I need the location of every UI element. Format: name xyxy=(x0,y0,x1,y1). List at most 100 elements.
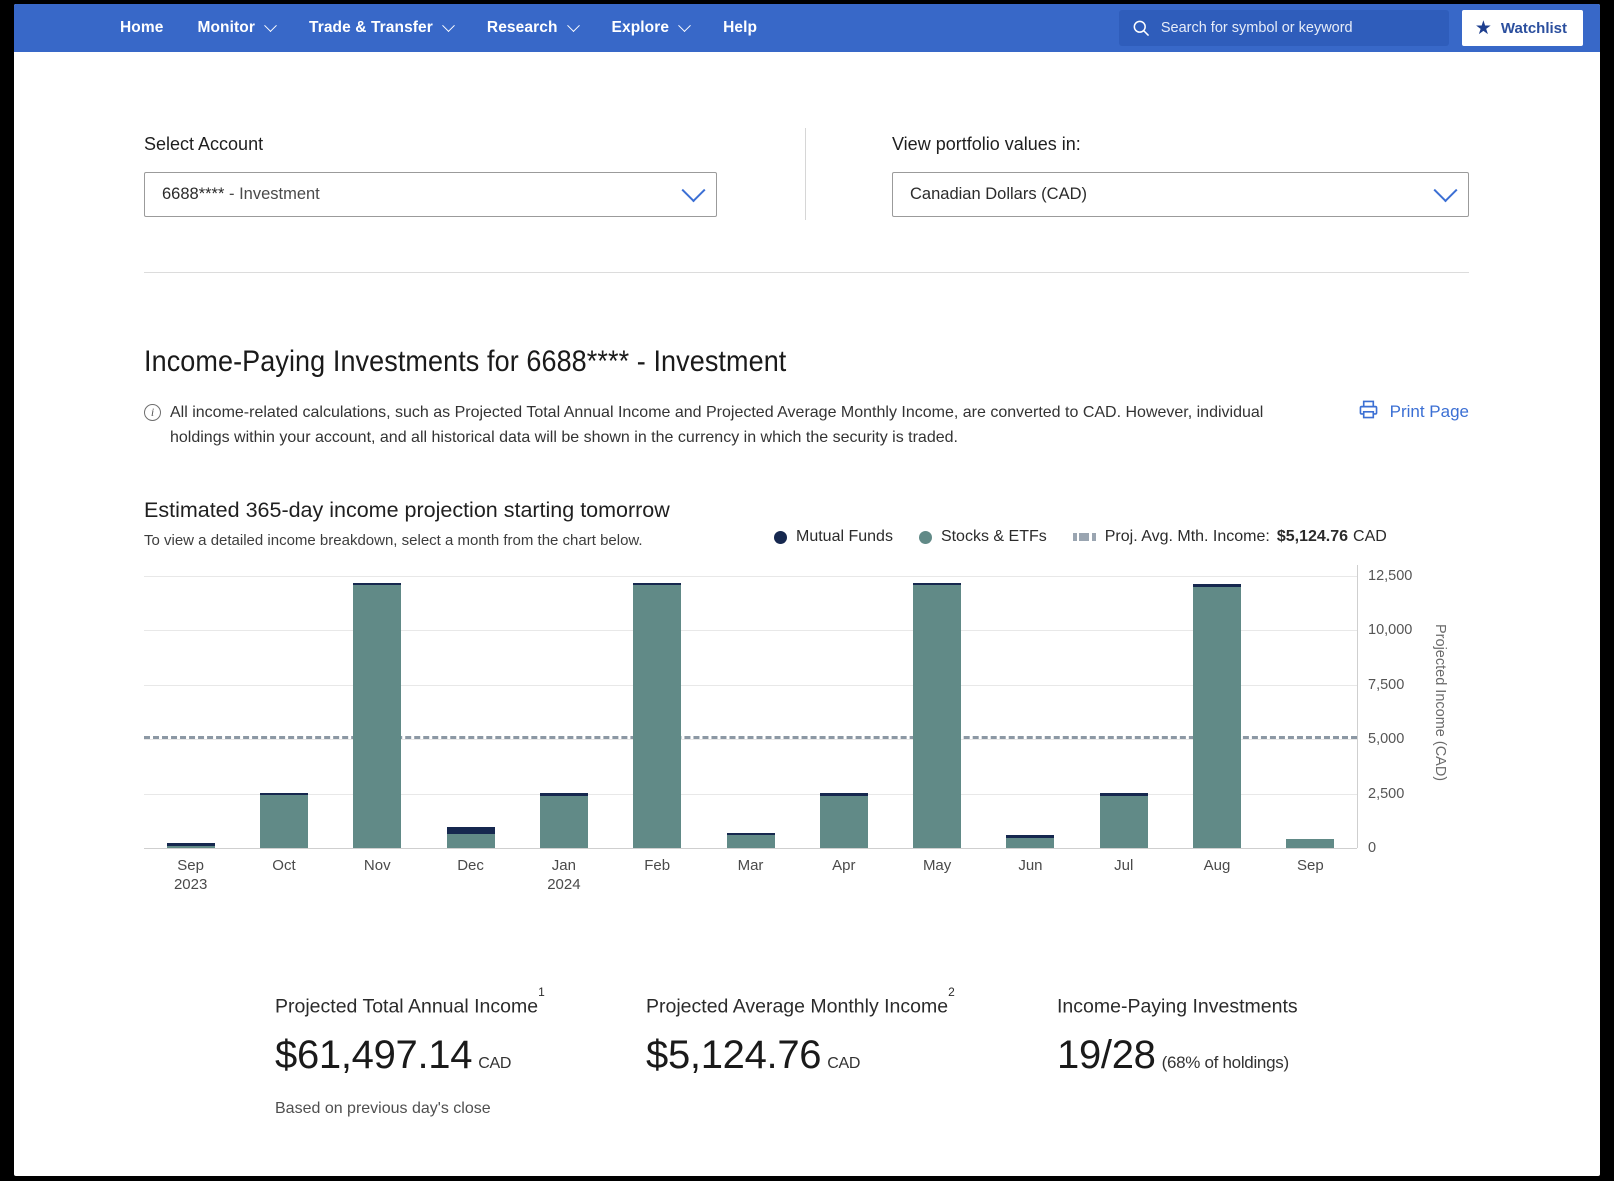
x-axis-tick-month: May xyxy=(922,857,952,874)
bar-segment-stocks-etfs xyxy=(819,795,868,848)
x-axis-tick-label: Mar xyxy=(706,856,796,875)
stat-footnote-marker: 2 xyxy=(948,985,955,999)
x-axis-tick-month: Sep xyxy=(177,857,204,874)
legend-avg-currency: CAD xyxy=(1353,528,1387,545)
stat-footnote-marker: 1 xyxy=(538,985,545,999)
chevron-down-icon xyxy=(1433,178,1458,203)
nav-item-research[interactable]: Research xyxy=(487,18,580,37)
x-axis-tick-label: Jan 2024 xyxy=(519,856,609,894)
x-axis-tick-month: Apr xyxy=(832,857,856,874)
x-axis-tick-label: Sep 2023 xyxy=(146,856,236,894)
search-input[interactable] xyxy=(1160,20,1437,36)
chart-bar[interactable] xyxy=(539,793,588,848)
chart-bar[interactable] xyxy=(1193,584,1242,848)
nav-item-explore[interactable]: Explore xyxy=(611,18,691,37)
stat-value-number: $61,497.14 xyxy=(275,1032,473,1077)
stat-value-number: 19/28 xyxy=(1057,1032,1156,1077)
gridline xyxy=(144,630,1357,632)
chevron-down-icon xyxy=(264,18,277,32)
y-axis-title: Projected Income (CAD) xyxy=(1432,624,1448,782)
legend-label-mutual-funds: Mutual Funds xyxy=(796,528,893,545)
search-box[interactable] xyxy=(1118,10,1449,46)
chart-bar[interactable] xyxy=(1099,793,1148,848)
account-select-value: 6688**** - Investment xyxy=(162,185,320,204)
x-axis-tick-label: May xyxy=(892,856,982,875)
stat-value-suffix: (68% of holdings) xyxy=(1161,1052,1290,1072)
legend-swatch-mutual-funds xyxy=(774,530,787,544)
bar-segment-mutual-funds xyxy=(446,827,495,835)
x-axis-line xyxy=(144,848,1357,849)
stat-value: $5,124.76 CAD xyxy=(646,1033,955,1078)
avg-income-reference-line xyxy=(144,736,1357,740)
x-axis-tick-month: Mar xyxy=(737,857,764,874)
y-axis-tick-label: 0 xyxy=(1368,840,1377,856)
print-page-link[interactable]: Print Page xyxy=(1357,398,1469,426)
chart-bar[interactable] xyxy=(819,793,868,848)
legend-item-mutual-funds[interactable]: Mutual Funds xyxy=(774,528,893,546)
vertical-divider xyxy=(805,128,806,220)
nav-item-monitor[interactable]: Monitor xyxy=(197,18,277,37)
bar-segment-stocks-etfs xyxy=(1099,795,1148,848)
y-axis-tick-label: 5,000 xyxy=(1368,731,1405,748)
gridline xyxy=(144,575,1357,577)
stat-label-text: Projected Total Annual Income xyxy=(275,995,539,1018)
watchlist-label: Watchlist xyxy=(1500,19,1567,37)
chart-bar[interactable] xyxy=(353,582,402,848)
chevron-down-icon xyxy=(442,18,455,32)
chart-bar[interactable] xyxy=(1006,835,1055,848)
account-number: 6688**** xyxy=(162,185,225,203)
chart-bar[interactable] xyxy=(259,792,308,848)
watchlist-button[interactable]: ★ Watchlist xyxy=(1461,10,1583,46)
nav-item-trade-transfer[interactable]: Trade & Transfer xyxy=(309,18,455,37)
stat-label-text: Projected Average Monthly Income xyxy=(646,995,949,1018)
x-axis-tick-month: Nov xyxy=(363,857,391,874)
x-axis-tick-label: Jun xyxy=(985,856,1075,875)
nav-item-help[interactable]: Help xyxy=(723,19,757,37)
chart-bar[interactable] xyxy=(446,827,495,848)
app-page: Home Monitor Trade & Transfer Research Explo… xyxy=(14,4,1600,1176)
income-projection-chart[interactable] xyxy=(144,565,1357,849)
currency-label: View portfolio values in: xyxy=(892,134,1081,154)
chart-bar[interactable] xyxy=(1286,838,1335,848)
stats-footnote: Based on previous day's close xyxy=(275,1100,491,1117)
stat-label: Projected Average Monthly Income2 xyxy=(646,985,955,1019)
legend-avg-value: $5,124.76 xyxy=(1276,528,1349,545)
info-circle-icon: i xyxy=(144,404,161,421)
x-axis-tick-label: Apr xyxy=(799,856,889,875)
account-select[interactable]: 6688**** - Investment xyxy=(144,172,717,217)
chart-bar[interactable] xyxy=(726,832,775,848)
chart-bar[interactable] xyxy=(913,582,962,848)
bar-segment-stocks-etfs xyxy=(259,795,308,848)
section-divider xyxy=(144,272,1469,273)
nav-item-label: Explore xyxy=(611,19,670,36)
chevron-down-icon xyxy=(678,18,691,32)
nav-right-group: ★ Watchlist xyxy=(1118,10,1583,46)
chart-title: Estimated 365-day income projection star… xyxy=(144,498,670,522)
nav-item-label: Help xyxy=(723,19,758,36)
x-axis-tick-label: Dec xyxy=(426,856,516,875)
x-axis-tick-month: Jun xyxy=(1018,857,1043,874)
stat-value: 19/28 (68% of holdings) xyxy=(1057,1033,1298,1078)
print-page-label: Print Page xyxy=(1389,402,1469,421)
legend-item-stocks-etfs[interactable]: Stocks & ETFs xyxy=(918,528,1047,546)
chart-bar[interactable] xyxy=(633,582,682,848)
bar-segment-stocks-etfs xyxy=(913,585,962,848)
x-axis-tick-label: Nov xyxy=(332,856,422,875)
bar-segment-stocks-etfs xyxy=(633,585,682,848)
stat-income-paying-investments: Income-Paying Investments 19/28 (68% of h… xyxy=(1057,994,1298,1078)
stat-value-number: $5,124.76 xyxy=(646,1032,822,1077)
x-axis-tick-month: Jul xyxy=(1114,857,1134,874)
bar-segment-stocks-etfs xyxy=(353,585,402,848)
bar-segment-stocks-etfs xyxy=(446,834,495,848)
stat-label: Projected Total Annual Income1 xyxy=(275,985,545,1019)
x-axis-tick-label: Sep xyxy=(1265,856,1355,875)
currency-select[interactable]: Canadian Dollars (CAD) xyxy=(892,172,1469,217)
legend-label-avg-income: Proj. Avg. Mth. Income: xyxy=(1104,528,1270,545)
chevron-down-icon xyxy=(681,178,706,203)
nav-item-home[interactable]: Home xyxy=(120,19,163,37)
legend-swatch-stocks-etfs xyxy=(918,530,932,544)
chart-bar[interactable] xyxy=(166,843,215,848)
stat-value-suffix: CAD xyxy=(827,1054,861,1072)
stat-projected-total-annual-income: Projected Total Annual Income1 $61,497.1… xyxy=(275,985,545,1078)
nav-item-label: Home xyxy=(120,19,164,36)
